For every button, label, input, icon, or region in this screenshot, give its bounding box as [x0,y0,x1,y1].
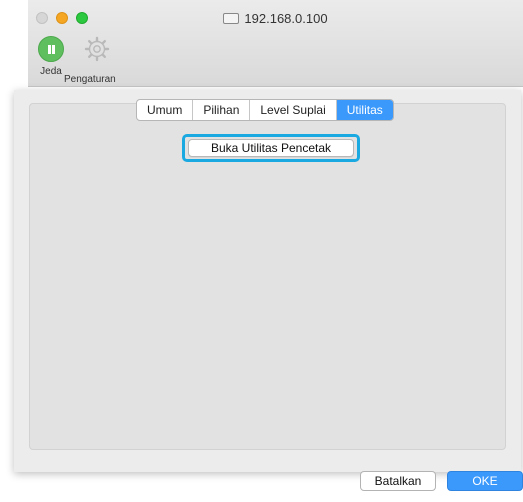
tab-level-suplai[interactable]: Level Suplai [250,100,337,120]
window-title-bar: 192.168.0.100 [28,11,523,26]
open-printer-utility-button[interactable]: Buka Utilitas Pencetak [188,139,354,157]
settings-label: Pengaturan [64,74,116,85]
tab-bar: Umum Pilihan Level Suplai Utilitas [136,99,394,121]
settings-button[interactable] [84,36,110,62]
cancel-button[interactable]: Batalkan [360,471,436,491]
window-title: 192.168.0.100 [244,11,328,26]
tab-pilihan[interactable]: Pilihan [193,100,251,120]
pause-button[interactable]: Jeda [38,36,64,77]
gear-icon [84,36,110,62]
ok-button[interactable]: OKE [447,471,523,491]
pause-icon [38,36,64,62]
printer-options-sheet: Umum Pilihan Level Suplai Utilitas Buka … [14,90,523,491]
tab-utilitas[interactable]: Utilitas [336,100,393,120]
printer-queue-window: 192.168.0.100 Jeda Pengaturan [28,0,523,87]
printer-icon [223,13,240,24]
pause-label: Jeda [40,66,62,77]
tab-umum[interactable]: Umum [137,100,194,120]
